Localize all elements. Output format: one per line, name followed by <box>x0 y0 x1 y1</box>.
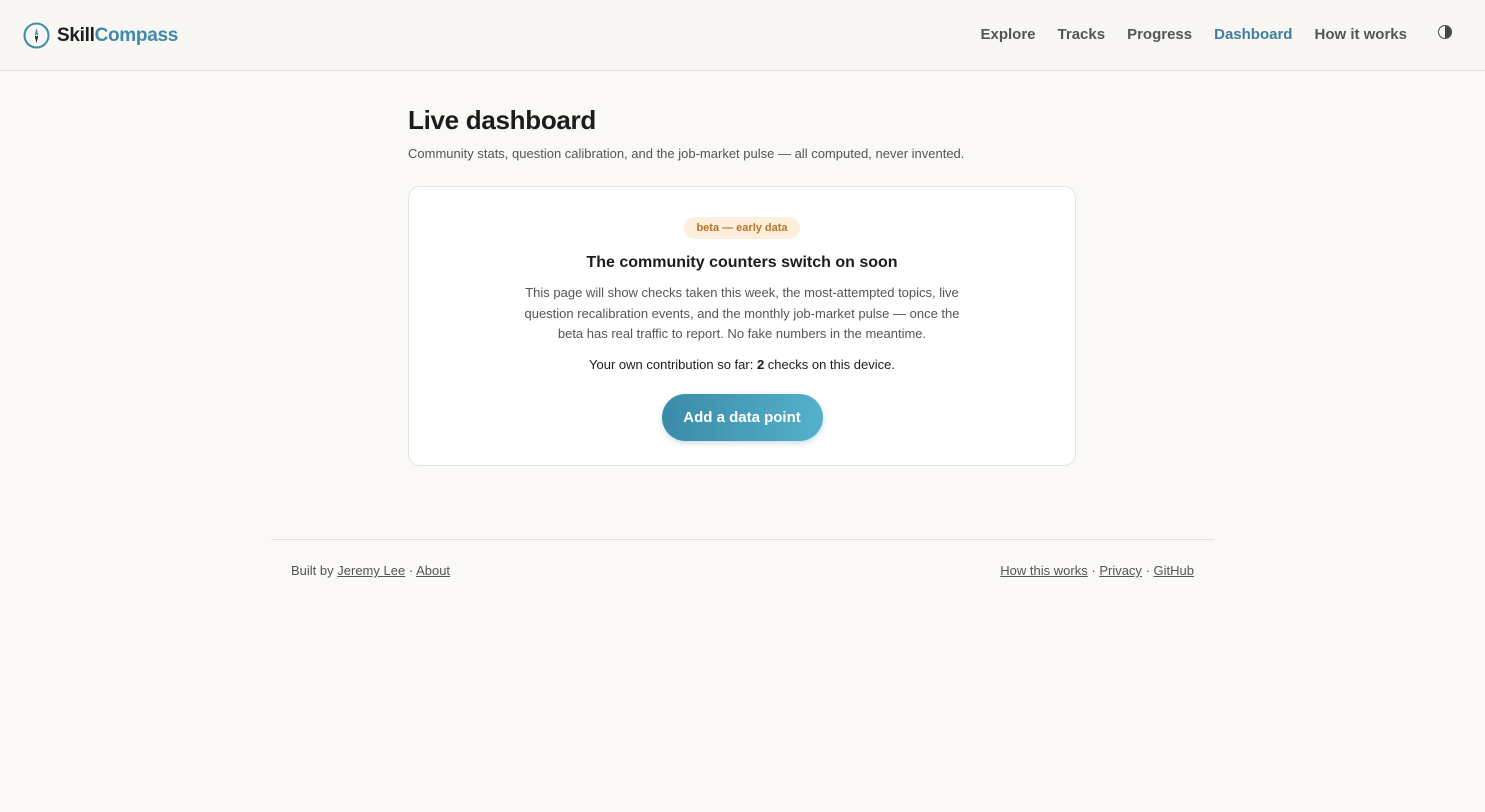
brand-name-part-2: Compass <box>94 24 179 46</box>
beta-badge: beta — early data <box>684 217 800 239</box>
brand-name-part-1: Skill <box>57 24 95 46</box>
top-navbar: SkillCompass Explore Tracks Progress Das… <box>0 0 1485 71</box>
privacy-link[interactable]: Privacy <box>1099 563 1142 578</box>
footer: Built by Jeremy Lee · About How this wor… <box>271 539 1214 599</box>
github-link[interactable]: GitHub <box>1154 563 1194 578</box>
nav-item-explore[interactable]: Explore <box>981 24 1036 46</box>
contribution-suffix: checks on this device. <box>764 356 895 372</box>
footer-separator: · <box>1091 563 1096 578</box>
contribution-prefix: Your own contribution so far: <box>589 356 757 372</box>
main-content: Live dashboard Community stats, question… <box>408 104 1076 466</box>
contrast-icon-half <box>1445 26 1451 38</box>
compass-icon <box>23 22 50 49</box>
add-data-point-button[interactable]: Add a data point <box>661 393 823 441</box>
brand-logo-link[interactable]: SkillCompass <box>23 22 178 49</box>
footer-separator: · <box>408 563 414 578</box>
footer-left: Built by Jeremy Lee · About <box>291 563 450 578</box>
about-link[interactable]: About <box>416 563 450 578</box>
brand-name: SkillCompass <box>57 25 178 47</box>
beta-notice-card: beta — early data The community counters… <box>408 186 1076 466</box>
page-title: Live dashboard <box>408 105 596 135</box>
contrast-icon[interactable] <box>1438 25 1452 39</box>
main-nav: Explore Tracks Progress Dashboard How it… <box>981 24 1408 46</box>
card-title: The community counters switch on soon <box>586 254 898 271</box>
page-subtitle: Community stats, question calibration, a… <box>408 146 965 161</box>
footer-separator: · <box>1145 563 1150 578</box>
how-this-works-link[interactable]: How this works <box>1000 563 1087 578</box>
author-link[interactable]: Jeremy Lee <box>337 563 405 578</box>
nav-item-dashboard[interactable]: Dashboard <box>1214 24 1292 46</box>
nav-item-progress[interactable]: Progress <box>1127 24 1192 46</box>
nav-item-how-it-works[interactable]: How it works <box>1314 24 1407 46</box>
card-description: This page will show checks taken this we… <box>524 285 960 341</box>
footer-right: How this works · Privacy · GitHub <box>1000 563 1194 578</box>
contribution-text: Your own contribution so far: 2 checks o… <box>409 355 1075 375</box>
built-by-label: Built by <box>291 563 334 578</box>
nav-item-tracks[interactable]: Tracks <box>1058 24 1106 46</box>
